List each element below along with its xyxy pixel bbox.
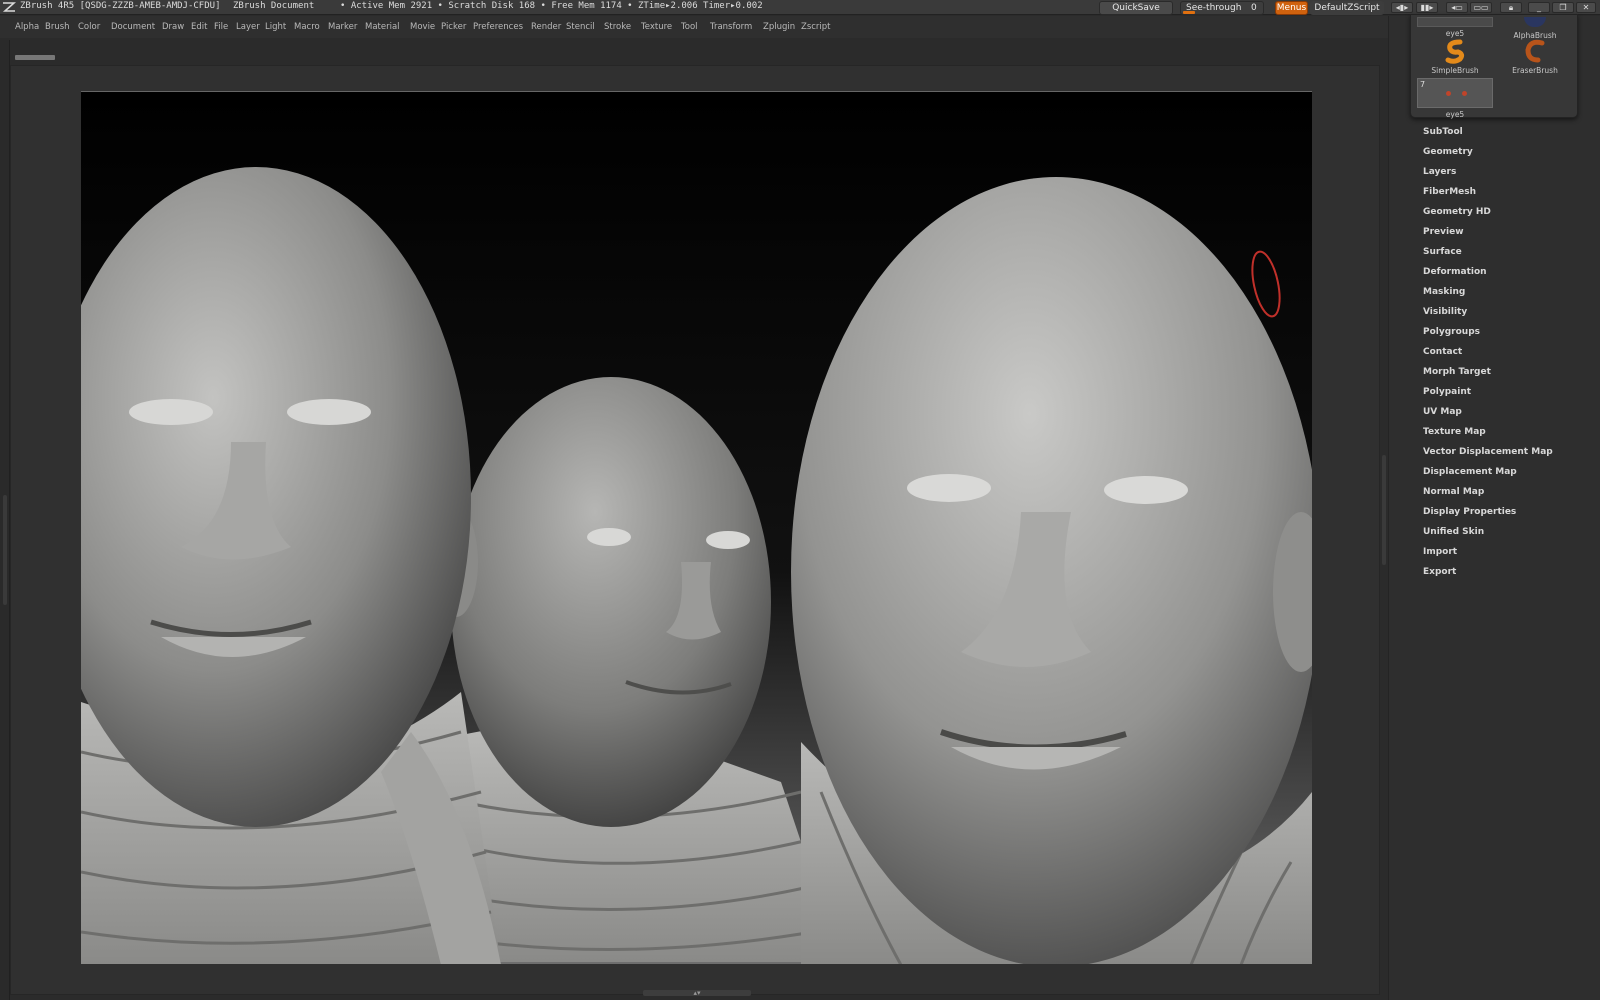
shelf-tab[interactable]: [15, 55, 55, 60]
layout-next-icon[interactable]: ▮▮▸: [1416, 2, 1438, 13]
menu-alpha[interactable]: Alpha: [15, 22, 39, 32]
sculpt-viewport[interactable]: [81, 92, 1312, 964]
brush-thumb-label: eye5: [1445, 29, 1465, 38]
eraser-brush-thumb[interactable]: EraserBrush: [1497, 38, 1573, 75]
see-through-value: 0: [1251, 3, 1257, 13]
menu-file[interactable]: File: [214, 22, 228, 32]
title-bar: ZBrush 4R5 [QSDG-ZZZB-AMEB-AMDJ-CFDU] ZB…: [0, 0, 1600, 15]
menu-marker[interactable]: Marker: [328, 22, 357, 32]
layout-prev-icon[interactable]: ◂▮▸: [1391, 2, 1413, 13]
eraser-brush-icon: [1520, 38, 1550, 64]
simple-brush-icon: [1440, 38, 1470, 64]
close-icon[interactable]: ✕: [1576, 2, 1596, 13]
menu-color[interactable]: Color: [78, 22, 100, 32]
eraser-brush-label: EraserBrush: [1512, 66, 1558, 75]
brush-thumb-image: [1417, 17, 1493, 27]
eye5-thumb-number: 7: [1420, 80, 1426, 89]
menu-stroke[interactable]: Stroke: [604, 22, 631, 32]
tool-subpalette-morph-target[interactable]: Morph Target: [1423, 367, 1491, 377]
tool-subpalette-import[interactable]: Import: [1423, 547, 1457, 557]
tool-subpalette-polygroups[interactable]: Polygroups: [1423, 327, 1480, 337]
tool-subpalette-masking[interactable]: Masking: [1423, 287, 1465, 297]
menu-light[interactable]: Light: [265, 22, 286, 32]
tool-subpalette-surface[interactable]: Surface: [1423, 247, 1462, 257]
minimize-icon[interactable]: _: [1528, 2, 1550, 13]
head-bust-right: [791, 177, 1312, 964]
bottom-tray-handle[interactable]: ▴▾: [643, 990, 751, 997]
tool-subpalette-displacement-map[interactable]: Displacement Map: [1423, 467, 1517, 477]
memory-stats: • Active Mem 2921 • Scratch Disk 168 • F…: [340, 1, 763, 11]
alpha-brush-thumb[interactable]: AlphaBrush: [1497, 17, 1573, 40]
brush-thumb-eye5[interactable]: 7 eye5: [1417, 78, 1493, 119]
brush-thumb-eye5-top[interactable]: eye5: [1417, 17, 1493, 38]
see-through-slider-handle[interactable]: [1183, 11, 1195, 14]
tool-subpalette-display-properties[interactable]: Display Properties: [1423, 507, 1516, 517]
app-title: ZBrush 4R5 [QSDG-ZZZB-AMEB-AMDJ-CFDU]: [20, 1, 221, 11]
tool-subpalette-texture-map[interactable]: Texture Map: [1423, 427, 1486, 437]
tool-subpalette-deformation[interactable]: Deformation: [1423, 267, 1487, 277]
alpha-brush-icon: [1520, 17, 1550, 29]
tool-subpalette-geometry-hd[interactable]: Geometry HD: [1423, 207, 1491, 217]
document-canvas[interactable]: [81, 91, 1312, 964]
default-zscript-button[interactable]: DefaultZScript: [1310, 1, 1384, 15]
menu-picker[interactable]: Picker: [441, 22, 466, 32]
simple-brush-thumb[interactable]: SimpleBrush: [1417, 38, 1493, 75]
interface-icon[interactable]: ◂▭: [1446, 2, 1468, 13]
zbrush-logo-icon: [2, 2, 16, 12]
menu-layer[interactable]: Layer: [236, 22, 260, 32]
tool-subpalette-subtool[interactable]: SubTool: [1423, 127, 1463, 137]
menu-stencil[interactable]: Stencil: [566, 22, 595, 32]
tool-subpalette-export[interactable]: Export: [1423, 567, 1456, 577]
tool-subpalette-visibility[interactable]: Visibility: [1423, 307, 1467, 317]
eye5-thumb-image: 7: [1417, 78, 1493, 108]
lock-icon[interactable]: 🔒︎: [1500, 2, 1522, 13]
tool-subpalette-fibermesh[interactable]: FiberMesh: [1423, 187, 1476, 197]
tool-subpalette-contact[interactable]: Contact: [1423, 347, 1462, 357]
menu-movie[interactable]: Movie: [410, 22, 435, 32]
menu-edit[interactable]: Edit: [191, 22, 207, 32]
menu-draw[interactable]: Draw: [162, 22, 184, 32]
menu-tool[interactable]: Tool: [681, 22, 698, 32]
split-view-icon[interactable]: ▭▭: [1470, 2, 1492, 13]
menu-material[interactable]: Material: [365, 22, 400, 32]
tool-subpalette-unified-skin[interactable]: Unified Skin: [1423, 527, 1484, 537]
document-title: ZBrush Document: [233, 1, 315, 11]
menu-zplugin[interactable]: Zplugin: [763, 22, 795, 32]
tool-subpalette-layers[interactable]: Layers: [1423, 167, 1456, 177]
menu-document[interactable]: Document: [111, 22, 155, 32]
menu-zscript[interactable]: Zscript: [801, 22, 831, 32]
right-tray-handle[interactable]: [1382, 455, 1386, 565]
menu-texture[interactable]: Texture: [641, 22, 672, 32]
simple-brush-label: SimpleBrush: [1431, 66, 1479, 75]
tool-subpalette-geometry[interactable]: Geometry: [1423, 147, 1473, 157]
tool-subpalette-normal-map[interactable]: Normal Map: [1423, 487, 1484, 497]
see-through-slider[interactable]: See-through 0: [1180, 1, 1264, 15]
left-tray-handle[interactable]: [3, 495, 7, 605]
main-menu-bar: Alpha Brush Color Document Draw Edit File Layer…: [0, 16, 1400, 38]
quicksave-button[interactable]: QuickSave: [1099, 1, 1173, 15]
tool-subpalette-uv-map[interactable]: UV Map: [1423, 407, 1462, 417]
eye5-thumb-label: eye5: [1445, 110, 1465, 119]
menus-button[interactable]: Menus: [1275, 1, 1308, 15]
tool-subpalette-preview[interactable]: Preview: [1423, 227, 1464, 237]
menu-preferences[interactable]: Preferences: [473, 22, 523, 32]
menu-brush[interactable]: Brush: [45, 22, 70, 32]
tool-subpalette-vector-displacement-map[interactable]: Vector Displacement Map: [1423, 447, 1553, 457]
tool-subpalette-polypaint[interactable]: Polypaint: [1423, 387, 1471, 397]
left-tray: [0, 40, 10, 1000]
menu-macro[interactable]: Macro: [294, 22, 320, 32]
brush-picker-popup: eye5 AlphaBrush SimpleBrush EraserBrush …: [1410, 14, 1578, 119]
menu-render[interactable]: Render: [531, 22, 561, 32]
maximize-icon[interactable]: ❐: [1552, 2, 1574, 13]
menu-transform[interactable]: Transform: [710, 22, 752, 32]
